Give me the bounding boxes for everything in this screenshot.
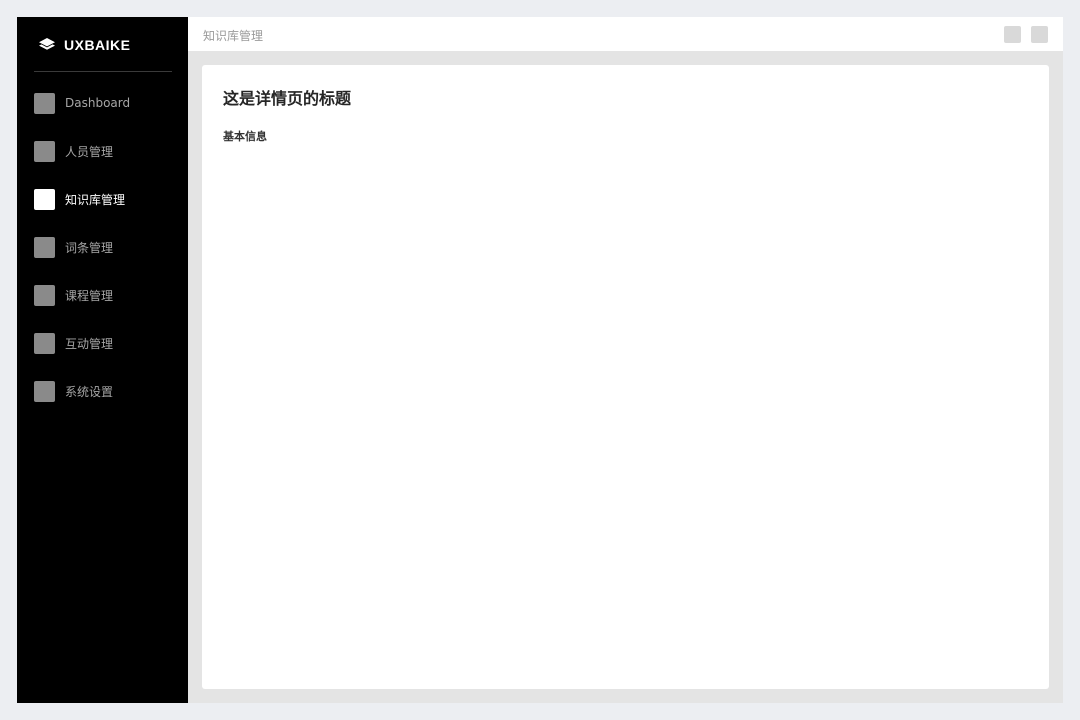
section-title-basic-info: 基本信息 <box>223 130 267 143</box>
sidebar: UXBAIKE Dashboard 人员管理 知识库管理 词条管理 课程管理 互… <box>17 17 188 703</box>
brand[interactable]: UXBAIKE <box>39 37 131 53</box>
brand-name: UXBAIKE <box>64 37 131 53</box>
layers-icon <box>39 38 55 52</box>
sidebar-item-label: Dashboard <box>65 96 131 110</box>
sidebar-item-entries[interactable]: 词条管理 <box>17 223 188 271</box>
sidebar-item-courses[interactable]: 课程管理 <box>17 271 188 319</box>
sidebar-item-label: 互动管理 <box>65 336 114 351</box>
sidebar-nav: Dashboard 人员管理 知识库管理 词条管理 课程管理 互动管理 系统设置 <box>17 79 188 415</box>
sidebar-item-label: 系统设置 <box>65 384 114 399</box>
sidebar-item-label: 课程管理 <box>65 288 114 303</box>
placeholder-icon <box>34 332 55 354</box>
breadcrumb[interactable]: 知识库管理 <box>203 27 263 44</box>
placeholder-icon <box>34 284 55 306</box>
header-action-button[interactable] <box>1031 26 1048 43</box>
top-bar: 知识库管理 <box>188 17 1063 51</box>
app-window: UXBAIKE Dashboard 人员管理 知识库管理 词条管理 课程管理 互… <box>17 17 1063 703</box>
placeholder-icon <box>34 236 55 258</box>
placeholder-icon <box>34 188 55 210</box>
sidebar-item-label: 知识库管理 <box>65 192 126 207</box>
placeholder-icon <box>34 140 55 162</box>
header-action-button[interactable] <box>1004 26 1021 43</box>
sidebar-item-label: 人员管理 <box>65 144 114 159</box>
sidebar-item-knowledge-base[interactable]: 知识库管理 <box>17 175 188 223</box>
sidebar-item-label: 词条管理 <box>65 240 114 255</box>
sidebar-divider <box>34 71 172 72</box>
sidebar-item-settings[interactable]: 系统设置 <box>17 367 188 415</box>
sidebar-item-dashboard[interactable]: Dashboard <box>17 79 188 127</box>
detail-card: 这是详情页的标题 基本信息 <box>202 65 1049 689</box>
page-title: 这是详情页的标题 <box>223 89 352 108</box>
sidebar-item-interaction[interactable]: 互动管理 <box>17 319 188 367</box>
placeholder-icon <box>34 92 55 114</box>
placeholder-icon <box>34 380 55 402</box>
sidebar-item-personnel[interactable]: 人员管理 <box>17 127 188 175</box>
